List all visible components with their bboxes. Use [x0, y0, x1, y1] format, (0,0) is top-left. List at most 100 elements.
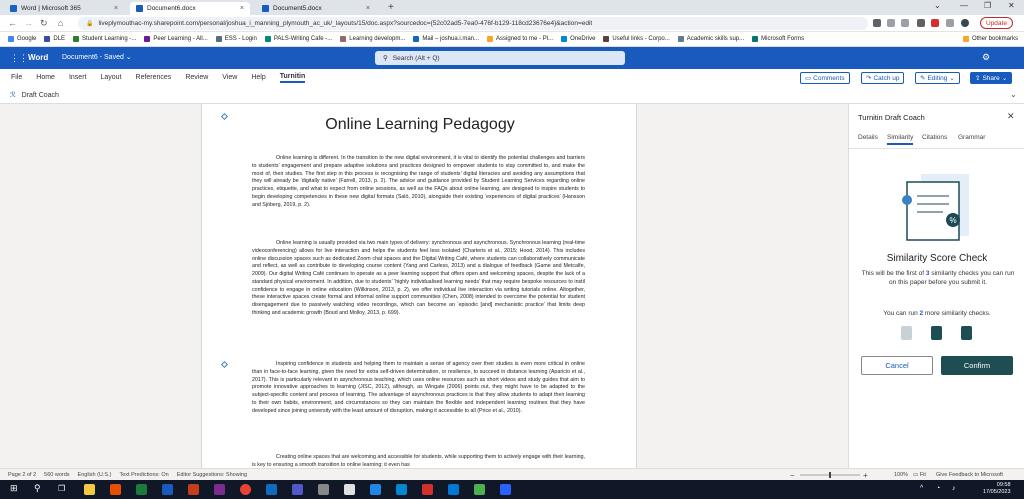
tab-references[interactable]: References [136, 74, 172, 81]
zoom-slider[interactable]: − + [790, 471, 870, 479]
tab-document5[interactable]: Document5.docx × [256, 2, 376, 15]
close-icon[interactable]: ✕ [1007, 111, 1015, 122]
bookmark-google[interactable]: Google [8, 36, 36, 42]
task-view-icon[interactable]: ❐ [58, 484, 65, 493]
document-page[interactable]: Online Learning Pedagogy Online learning… [201, 104, 637, 468]
page-count[interactable]: Page 2 of 2 [8, 472, 36, 478]
tab-review[interactable]: Review [185, 74, 208, 81]
draft-coach-button[interactable]: ℛ Draft Coach [10, 91, 59, 99]
profile-avatar[interactable] [961, 19, 969, 27]
excel-icon[interactable] [136, 484, 147, 495]
chrome-icon[interactable] [240, 484, 251, 495]
zoom-in-icon[interactable]: + [863, 471, 868, 479]
extension-pdf-icon[interactable] [931, 19, 939, 27]
onenote-icon[interactable] [214, 484, 225, 495]
other-bookmarks[interactable]: Other bookmarks [962, 36, 1018, 42]
maximize-icon[interactable]: ❐ [984, 1, 991, 10]
forward-icon[interactable]: → [24, 18, 33, 28]
settings-icon[interactable] [318, 484, 329, 495]
bookmark-ess-login[interactable]: ESS - Login [215, 36, 257, 42]
editing-button[interactable]: ✎ Editing ⌄ [915, 72, 960, 84]
bookmark-onedrive[interactable]: OneDrive [561, 36, 595, 42]
outlook-icon[interactable] [266, 484, 277, 495]
feedback-link[interactable]: Give Feedback to Microsoft [936, 472, 1003, 478]
comments-button[interactable]: ▭ Comments [800, 72, 850, 84]
tab-help[interactable]: Help [251, 74, 265, 81]
tab-document6[interactable]: Document6.docx × [130, 2, 250, 15]
tab-turnitin[interactable]: Turnitin [279, 73, 306, 83]
tab-insert[interactable]: Insert [69, 74, 87, 81]
word-icon[interactable] [162, 484, 173, 495]
tab-file[interactable]: File [11, 74, 22, 81]
bookmark-dle[interactable]: DLE [44, 36, 65, 42]
tab-citations[interactable]: Citations [922, 134, 947, 141]
bookmark-mail[interactable]: Mail – joshua.i.man... [413, 36, 479, 42]
close-icon[interactable]: × [114, 5, 118, 12]
search-icon[interactable]: ⚲ [34, 483, 41, 494]
gear-icon[interactable]: ⚙ [982, 52, 990, 63]
cancel-button[interactable]: Cancel [861, 356, 933, 375]
bookmark-student-learning[interactable]: Student Learning -... [73, 36, 136, 42]
app-icon[interactable] [448, 484, 459, 495]
tab-view[interactable]: View [222, 74, 237, 81]
tab-similarity[interactable]: Similarity [887, 134, 914, 145]
clock[interactable]: 09:58 17/05/2023 [983, 482, 1011, 496]
app-icon[interactable] [474, 484, 485, 495]
catch-up-button[interactable]: ↷ Catch up [861, 72, 905, 84]
bookmark-useful-links[interactable]: Useful links - Corpo... [603, 36, 670, 42]
close-window-icon[interactable]: ✕ [1008, 1, 1015, 10]
reload-icon[interactable]: ↻ [40, 18, 48, 29]
sidepanel-icon[interactable] [946, 19, 954, 27]
close-icon[interactable]: × [240, 5, 244, 12]
minimize-icon[interactable]: — [960, 1, 968, 10]
file-explorer-icon[interactable] [84, 484, 95, 495]
bookmark-peer-learning[interactable]: Peer Learning - All... [144, 36, 208, 42]
teams-icon[interactable] [292, 484, 303, 495]
app-name[interactable]: Word [28, 53, 48, 62]
zoom-out-icon[interactable]: − [790, 471, 795, 479]
app-icon[interactable] [396, 484, 407, 495]
volume-icon[interactable]: ♪ [952, 485, 956, 492]
bookmark-pals[interactable]: PALS-Writing Cafe -... [264, 36, 332, 42]
confirm-button[interactable]: Confirm [941, 356, 1013, 375]
share-button[interactable]: ⇪ Share ⌄ [970, 72, 1013, 84]
tab-home[interactable]: Home [36, 74, 55, 81]
bookmark-learning-dev[interactable]: Learning developm... [340, 36, 405, 42]
app-icon[interactable] [370, 484, 381, 495]
bookmark-assigned[interactable]: Assigned to me - Pl... [487, 36, 553, 42]
back-icon[interactable]: ← [8, 18, 17, 28]
bookmark-star-icon[interactable] [901, 19, 909, 27]
bookmark-forms[interactable]: Microsoft Forms [752, 36, 804, 42]
share-page-icon[interactable] [887, 19, 895, 27]
tab-word-home[interactable]: Word | Microsoft 365 × [4, 2, 124, 15]
word-count[interactable]: 560 words [44, 472, 69, 478]
windows-start-icon[interactable]: ⊞ [10, 483, 18, 494]
home-icon[interactable]: ⌂ [58, 18, 63, 28]
chevron-down-icon[interactable]: ⌄ [934, 1, 941, 10]
zoom-level[interactable]: 100% [894, 472, 908, 478]
translate-icon[interactable] [873, 19, 881, 27]
app-icon[interactable] [500, 484, 511, 495]
tab-layout[interactable]: Layout [100, 74, 121, 81]
document-name[interactable]: Document6 - Saved ⌄ [62, 53, 132, 61]
zoom-thumb[interactable] [829, 472, 831, 478]
extensions-icon[interactable] [917, 19, 925, 27]
tab-grammar[interactable]: Grammar [958, 134, 985, 141]
editor-suggestions[interactable]: Editor Suggestions: Showing [177, 472, 247, 478]
tray-chevron-icon[interactable]: ^ [920, 485, 923, 492]
search-input[interactable]: ⚲ Search (Alt + Q) [375, 51, 625, 65]
language[interactable]: English (U.S.) [78, 472, 112, 478]
close-icon[interactable]: × [366, 5, 370, 12]
powerpoint-icon[interactable] [188, 484, 199, 495]
bookmark-academic-skills[interactable]: Academic skills sup... [677, 36, 744, 42]
acrobat-icon[interactable] [422, 484, 433, 495]
update-button[interactable]: Update [980, 17, 1013, 29]
network-icon[interactable]: ◔ [936, 485, 940, 492]
tab-details[interactable]: Details [858, 134, 878, 141]
fit-button[interactable]: ▭ Fit [913, 472, 926, 478]
chevron-down-icon[interactable]: ⌄ [1010, 90, 1017, 99]
app-icon[interactable] [110, 484, 121, 495]
text-predictions[interactable]: Text Predictions: On [119, 472, 168, 478]
url-bar[interactable]: 🔒 liveplymouthac-my.sharepoint.com/perso… [78, 17, 868, 30]
new-tab-button[interactable]: + [388, 2, 394, 13]
